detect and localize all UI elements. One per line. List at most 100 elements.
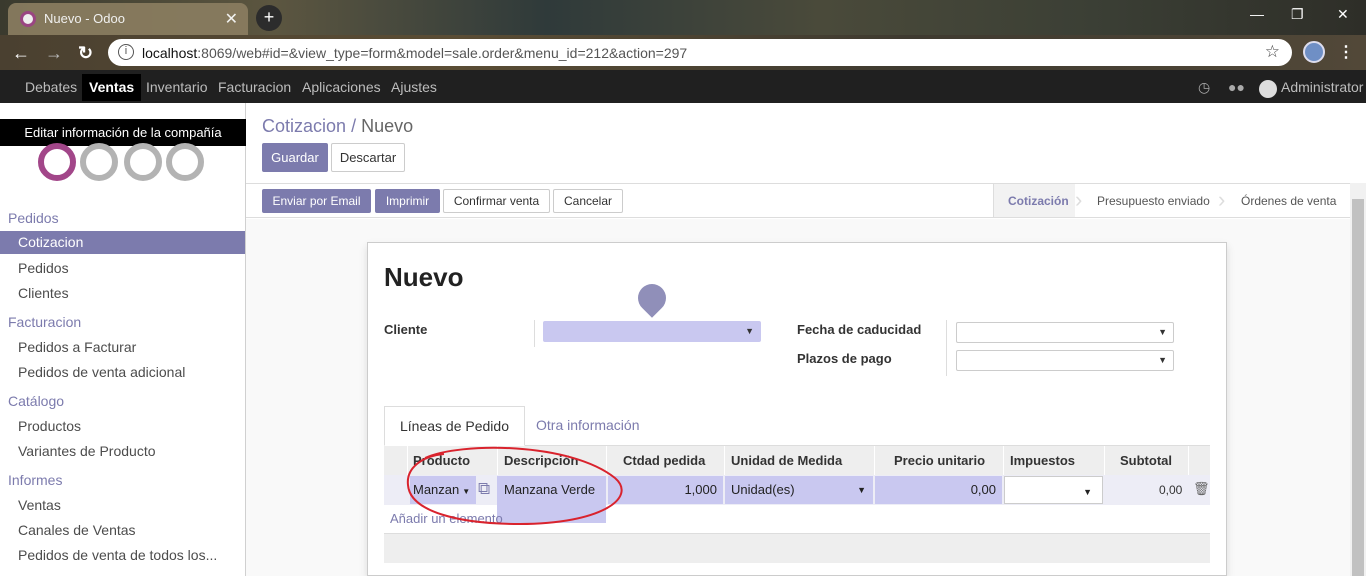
uom-value: Unidad(es) — [731, 482, 795, 497]
taxes-select[interactable]: ▼ — [1004, 476, 1103, 504]
field-separator — [534, 320, 535, 347]
annotation-ellipse — [406, 446, 623, 526]
sidebar-item-pedidos-todos[interactable]: Pedidos de venta de todos los... — [18, 547, 217, 563]
payment-terms-select[interactable]: ▼ — [956, 350, 1174, 371]
odoo-favicon-icon — [20, 11, 36, 27]
stage-cotizacion[interactable]: Cotización — [1008, 194, 1069, 208]
menu-aplicaciones[interactable]: Aplicaciones — [302, 79, 381, 95]
expiry-date-label: Fecha de caducidad — [797, 322, 922, 337]
sidebar-item-pedidos[interactable]: Pedidos — [18, 260, 69, 276]
sidebar-item-productos[interactable]: Productos — [18, 418, 81, 434]
breadcrumb-separator: / — [351, 116, 357, 136]
menu-ventas[interactable]: Ventas — [82, 74, 142, 101]
section-informes: Informes — [8, 472, 63, 488]
stage-arrow-icon: › — [1218, 187, 1226, 212]
user-menu[interactable]: Administrator — [1281, 79, 1363, 95]
sidebar-item-venta-adicional[interactable]: Pedidos de venta adicional — [18, 364, 185, 380]
bookmark-star-icon[interactable]: ☆ — [1265, 42, 1280, 62]
expiry-date-input[interactable]: ▼ — [956, 322, 1174, 343]
scrollbar-thumb[interactable] — [1352, 199, 1364, 576]
cancel-button[interactable]: Cancelar — [553, 189, 623, 213]
sidebar-item-cotizacion[interactable]: Cotizacion — [0, 231, 245, 254]
section-facturacion: Facturacion — [8, 314, 82, 330]
breadcrumb: Cotizacion / Nuevo — [262, 116, 413, 137]
menu-ajustes[interactable]: Ajustes — [391, 79, 437, 95]
sidebar-item-pedidos-a-facturar[interactable]: Pedidos a Facturar — [18, 339, 136, 355]
column-separator — [1188, 446, 1189, 475]
column-separator — [1104, 446, 1105, 475]
breadcrumb-current: Nuevo — [361, 116, 414, 136]
stage-ordenes-venta[interactable]: Órdenes de venta — [1241, 194, 1336, 208]
discard-button[interactable]: Descartar — [331, 143, 405, 172]
col-subtotal[interactable]: Subtotal — [1120, 453, 1172, 468]
url-text: localhost:8069/web#id=&view_type=form&mo… — [142, 45, 688, 61]
record-title: Nuevo — [384, 262, 464, 292]
address-bar[interactable]: i localhost:8069/web#id=&view_type=form&… — [108, 39, 1292, 66]
minimize-icon[interactable]: — — [1250, 6, 1264, 22]
browser-menu-icon[interactable]: ⋮ — [1338, 42, 1354, 62]
dropdown-caret-icon[interactable]: ▼ — [1083, 479, 1092, 505]
vertical-scrollbar[interactable] — [1350, 183, 1366, 576]
forward-icon[interactable]: → — [45, 43, 63, 64]
sidebar: Editar información de la compañía Pedido… — [0, 103, 246, 576]
subtotal-value: 0,00 — [1159, 483, 1183, 497]
activity-clock-icon[interactable]: ◷ — [1198, 79, 1210, 96]
top-menu-bar: Debates Ventas Inventario Facturacion Ap… — [0, 70, 1366, 103]
breadcrumb-parent[interactable]: Cotizacion — [262, 116, 346, 136]
col-ctdad-pedida[interactable]: Ctdad pedida — [623, 453, 705, 468]
menu-facturacion[interactable]: Facturacion — [218, 79, 291, 95]
send-email-button[interactable]: Enviar por Email — [262, 189, 371, 213]
close-tab-icon[interactable]: ✕ — [225, 9, 238, 29]
sidebar-item-canales[interactable]: Canales de Ventas — [18, 522, 136, 538]
sidebar-item-ventas[interactable]: Ventas — [18, 497, 61, 513]
uom-select[interactable]: Unidad(es) ▼ — [725, 476, 873, 504]
field-separator — [946, 320, 947, 376]
dropdown-caret-icon[interactable]: ▼ — [857, 477, 866, 503]
dropdown-caret-icon[interactable]: ▼ — [1158, 327, 1167, 337]
column-separator — [1003, 446, 1004, 475]
sidebar-item-clientes[interactable]: Clientes — [18, 285, 69, 301]
col-unidad-medida[interactable]: Unidad de Medida — [731, 453, 842, 468]
new-tab-button[interactable]: + — [256, 5, 282, 31]
info-icon[interactable]: i — [118, 44, 134, 60]
menu-debates[interactable]: Debates — [25, 79, 77, 95]
col-precio-unitario[interactable]: Precio unitario — [894, 453, 985, 468]
col-impuestos[interactable]: Impuestos — [1010, 453, 1075, 468]
browser-tab[interactable]: Nuevo - Odoo ✕ — [8, 3, 248, 35]
print-button[interactable]: Imprimir — [375, 189, 440, 213]
restore-icon[interactable]: ❐ — [1291, 6, 1304, 23]
user-avatar[interactable] — [1259, 80, 1277, 98]
menu-inventario[interactable]: Inventario — [146, 79, 207, 95]
sidebar-item-variantes[interactable]: Variantes de Producto — [18, 443, 156, 459]
stage-arrow-icon: › — [1075, 187, 1083, 212]
back-icon[interactable]: ← — [12, 43, 30, 64]
customer-label: Cliente — [384, 322, 428, 337]
company-logo[interactable] — [38, 143, 76, 181]
tab-title: Nuevo - Odoo — [44, 11, 125, 26]
stage-presupuesto-enviado[interactable]: Presupuesto enviado — [1097, 194, 1210, 208]
company-tooltip: Editar información de la compañía — [0, 119, 246, 146]
logo-circle — [80, 143, 118, 181]
trash-icon[interactable]: 🗑 — [1193, 481, 1210, 497]
profile-avatar[interactable] — [1303, 41, 1325, 63]
dropdown-caret-icon[interactable]: ▼ — [745, 326, 754, 336]
column-separator — [724, 446, 725, 475]
section-catalogo: Catálogo — [8, 393, 65, 409]
reload-icon[interactable]: ↻ — [78, 43, 93, 64]
column-separator — [874, 446, 875, 475]
chat-icon[interactable]: ●● — [1228, 79, 1245, 95]
browser-toolbar: ← → ↻ i localhost:8069/web#id=&view_type… — [0, 35, 1366, 70]
customer-input[interactable]: ▼ — [543, 321, 761, 342]
dropdown-caret-icon[interactable]: ▼ — [1158, 355, 1167, 365]
price-value: 0,00 — [970, 482, 996, 497]
tab-lineas-pedido[interactable]: Líneas de Pedido — [384, 406, 525, 446]
qty-value: 1,000 — [684, 482, 717, 497]
section-pedidos: Pedidos — [8, 210, 59, 226]
browser-tab-strip: Nuevo - Odoo ✕ + — ❐ ✕ — [0, 0, 1366, 35]
confirm-sale-button[interactable]: Confirmar venta — [443, 189, 550, 213]
payment-terms-label: Plazos de pago — [797, 351, 892, 366]
price-input[interactable]: 0,00 — [875, 476, 1002, 504]
logo-circle — [124, 143, 162, 181]
close-window-icon[interactable]: ✕ — [1337, 6, 1349, 23]
save-button[interactable]: Guardar — [262, 143, 328, 172]
